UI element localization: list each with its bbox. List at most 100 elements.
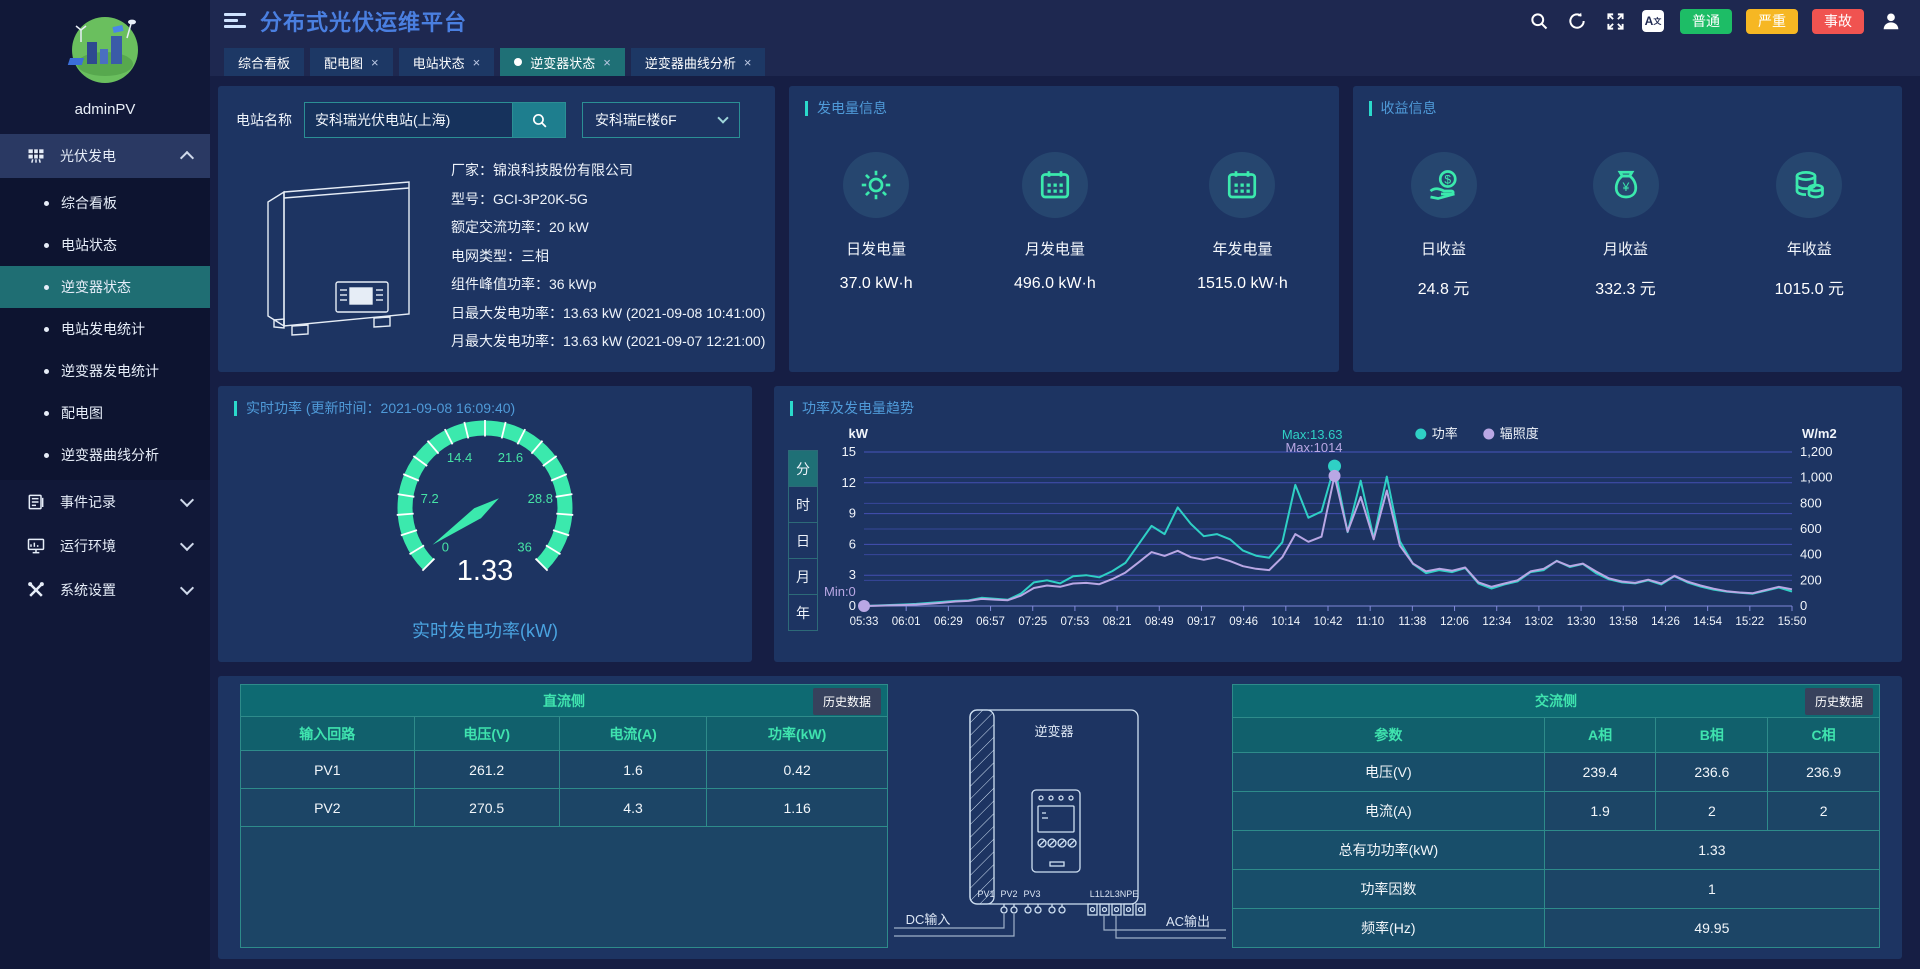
search-icon[interactable] [1528, 10, 1550, 32]
time-granularity-年[interactable]: 年 [788, 594, 818, 631]
collapse-menu-icon[interactable] [224, 13, 246, 29]
stat-label: 月发电量 [1014, 238, 1096, 259]
bullet-dot-icon [44, 369, 49, 374]
svg-text:12:06: 12:06 [1440, 616, 1469, 628]
svg-text:200: 200 [1800, 572, 1822, 587]
svg-text:08:21: 08:21 [1103, 616, 1132, 628]
ac-side-table: 交流侧 历史数据参数A相B相C相电压(V)239.4236.6236.9电流(A… [1232, 684, 1880, 948]
hand-money-icon: $ [1411, 152, 1477, 218]
coins-icon [1776, 152, 1842, 218]
accent-bar [805, 101, 808, 116]
ac-history-button[interactable]: 历史数据 [1805, 688, 1873, 715]
dc-cell: 270.5 [414, 789, 559, 827]
ac-row-label: 频率(Hz) [1233, 908, 1545, 947]
bullet-dot-icon [44, 201, 49, 206]
sidebar-subitem[interactable]: 逆变器发电统计 [0, 350, 210, 392]
sidebar-subitem[interactable]: 配电图 [0, 392, 210, 434]
accent-bar [790, 401, 793, 416]
refresh-icon[interactable] [1566, 10, 1588, 32]
station-search-input[interactable] [304, 102, 512, 138]
diagram-ac-output-label: AC输出 [1166, 914, 1210, 929]
ac-row-label: 电流(A) [1233, 791, 1545, 830]
tab-0[interactable]: 综合看板 [224, 48, 304, 76]
sidebar-item-0[interactable]: 光伏发电 [0, 134, 210, 178]
close-icon[interactable]: × [603, 55, 611, 70]
dc-side-table: 直流侧 历史数据输入回路电压(V)电流(A)功率(kW)PV1261.21.60… [240, 684, 888, 948]
stat-label: 年发电量 [1197, 238, 1288, 259]
svg-text:14:54: 14:54 [1693, 616, 1722, 628]
sidebar-subitem[interactable]: 电站发电统计 [0, 308, 210, 350]
time-granularity-时[interactable]: 时 [788, 486, 818, 523]
alarm-level-button-2[interactable]: 事故 [1812, 9, 1864, 34]
tab-3[interactable]: 逆变器状态× [500, 48, 625, 76]
ac-row-label: 电压(V) [1233, 752, 1545, 791]
close-icon[interactable]: × [744, 55, 752, 70]
svg-text:400: 400 [1800, 547, 1822, 562]
diagram-ac-ports-label: L1L2L3NPE [1090, 889, 1139, 899]
svg-text:$: $ [1444, 173, 1451, 187]
user-avatar-icon[interactable] [1880, 10, 1902, 32]
tab-4[interactable]: 逆变器曲线分析× [631, 48, 766, 76]
inverter-spec-line: 组件峰值功率：36 kWp [451, 270, 765, 299]
close-icon[interactable]: × [473, 55, 481, 70]
sidebar-item-1[interactable]: 事件记录 [0, 480, 210, 524]
dc-column-header: 电流(A) [559, 717, 707, 751]
fullscreen-icon[interactable] [1604, 10, 1626, 32]
sidebar-submenu: 综合看板电站状态逆变器状态电站发电统计逆变器发电统计配电图逆变器曲线分析 [0, 178, 210, 480]
sidebar-subitem[interactable]: 逆变器曲线分析 [0, 434, 210, 476]
svg-text:15:50: 15:50 [1778, 616, 1807, 628]
time-granularity-分[interactable]: 分 [788, 450, 818, 487]
svg-text:W/m2: W/m2 [1802, 426, 1837, 441]
sidebar-item-3[interactable]: 系统设置 [0, 568, 210, 612]
active-tab-dot-icon [514, 58, 522, 66]
chevron-up-icon [180, 151, 194, 165]
time-granularity-日[interactable]: 日 [788, 522, 818, 559]
sidebar-item-2[interactable]: 运行环境 [0, 524, 210, 568]
dc-cell: 0.42 [707, 751, 888, 789]
inverter-spec-line: 电网类型：三相 [451, 242, 765, 271]
svg-text:9: 9 [849, 506, 856, 521]
svg-text:800: 800 [1800, 495, 1822, 510]
alarm-level-button-1[interactable]: 严重 [1746, 9, 1798, 34]
sidebar-subitem-label: 逆变器状态 [61, 277, 131, 297]
stat-label: 月收益 [1593, 238, 1659, 259]
svg-text:1,000: 1,000 [1800, 470, 1833, 485]
ac-cell: 49.95 [1544, 908, 1879, 947]
svg-text:600: 600 [1800, 521, 1822, 536]
ac-cell: 239.4 [1544, 752, 1656, 791]
svg-text:13:58: 13:58 [1609, 616, 1638, 628]
dc-column-header: 电压(V) [414, 717, 559, 751]
ac-table-row: 电压(V)239.4236.6236.9 [1233, 752, 1880, 791]
dc-cell: 261.2 [414, 751, 559, 789]
inverter-spec-line: 日最大发电功率：13.63 kW (2021-09-08 10:41:00) [451, 299, 765, 328]
stat-item: $ 日收益 24.8 元 [1411, 152, 1477, 299]
building-select[interactable]: 安科瑞E楼6F [582, 102, 740, 138]
svg-text:06:57: 06:57 [976, 616, 1005, 628]
dc-column-header: 输入回路 [241, 717, 415, 751]
dc-cell: PV2 [241, 789, 415, 827]
stat-item: 年收益 1015.0 元 [1775, 152, 1844, 299]
alarm-level-button-0[interactable]: 普通 [1680, 9, 1732, 34]
close-icon[interactable]: × [371, 55, 379, 70]
sidebar-subitem[interactable]: 电站状态 [0, 224, 210, 266]
tab-1[interactable]: 配电图× [310, 48, 393, 76]
dc-history-button[interactable]: 历史数据 [813, 688, 881, 715]
top-header-bar: 分布式光伏运维平台 A文 普通严重事故 [210, 0, 1920, 42]
sidebar-subitem[interactable]: 综合看板 [0, 182, 210, 224]
language-switch-icon[interactable]: A文 [1642, 10, 1664, 32]
svg-text:1.33: 1.33 [457, 555, 513, 587]
revenue-info-panel: 收益信息 $ 日收益 24.8 元¥ 月收益 332.3 元 年收益 1015.… [1353, 86, 1903, 372]
dc-cell: 1.6 [559, 751, 707, 789]
main-content: 电站名称 安科瑞E楼6F [210, 76, 1920, 969]
ac-table-row: 电流(A)1.922 [1233, 791, 1880, 830]
svg-text:12:34: 12:34 [1482, 616, 1511, 628]
sidebar-subitem[interactable]: 逆变器状态 [0, 266, 210, 308]
station-search-button[interactable] [512, 102, 566, 138]
time-granularity-月[interactable]: 月 [788, 558, 818, 595]
electrical-detail-panel: 直流侧 历史数据输入回路电压(V)电流(A)功率(kW)PV1261.21.60… [218, 676, 1902, 959]
stat-label: 年收益 [1775, 238, 1844, 259]
stat-value: 1015.0 元 [1775, 275, 1844, 299]
tab-2[interactable]: 电站状态× [399, 48, 495, 76]
svg-text:11:10: 11:10 [1356, 616, 1384, 628]
time-granularity-selector: 分时日月年 [788, 450, 818, 636]
